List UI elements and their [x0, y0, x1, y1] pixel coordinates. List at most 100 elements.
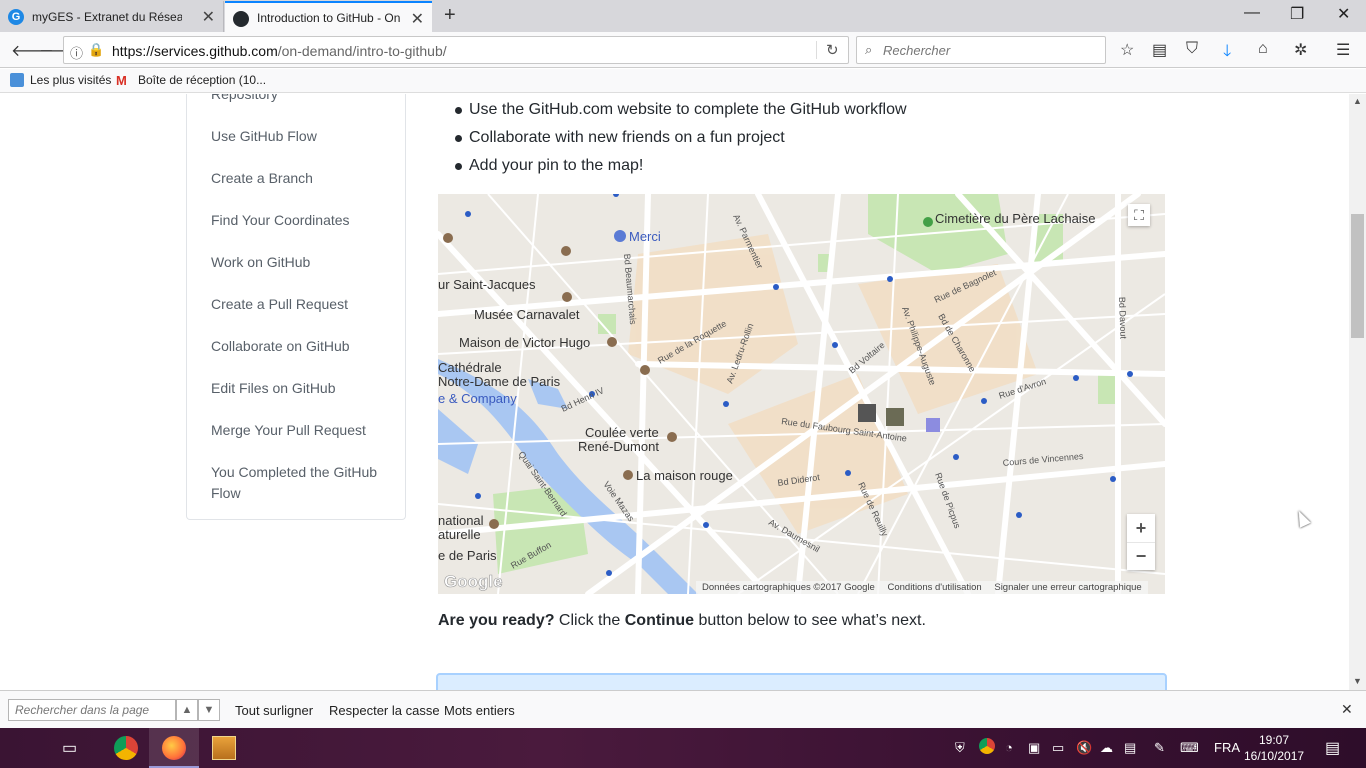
street-label: Bd Davout: [1117, 297, 1128, 340]
minimize-icon[interactable]: —: [1244, 4, 1260, 22]
reload-icon[interactable]: ↻: [826, 41, 839, 59]
sidebar-item-repository[interactable]: Repository: [211, 94, 391, 105]
firefox-icon: [162, 736, 186, 760]
sidebar-item-find-coordinates[interactable]: Find Your Coordinates: [211, 210, 391, 231]
close-window-icon[interactable]: ✕: [1337, 4, 1350, 24]
device-icon[interactable]: ▤: [1124, 740, 1136, 756]
pen-icon[interactable]: ✎: [1154, 740, 1165, 756]
sidebar-item-create-branch[interactable]: Create a Branch: [211, 168, 391, 189]
close-tab-icon[interactable]: ✕: [411, 9, 424, 29]
security-icon[interactable]: ⛨: [955, 740, 965, 756]
clock-time: 19:07: [1258, 733, 1290, 747]
chrome-icon[interactable]: [114, 736, 138, 760]
zoom-out-button[interactable]: −: [1127, 542, 1155, 570]
page-content: Repository Use GitHub Flow Create a Bran…: [0, 94, 1349, 690]
list-item: Collaborate with new friends on a fun pr…: [455, 126, 907, 154]
download-icon[interactable]: 🡓: [1223, 40, 1231, 67]
menu-icon[interactable]: ☰: [1336, 40, 1350, 60]
continue-box[interactable]: [436, 673, 1167, 690]
bookmark-most-visited[interactable]: Les plus visités: [10, 73, 111, 87]
app-tray-icon[interactable]: ▣: [1028, 740, 1040, 756]
pocket-icon[interactable]: ⛉: [1186, 40, 1198, 58]
volume-muted-icon[interactable]: 🔇: [1076, 740, 1092, 756]
search-placeholder: Rechercher: [883, 43, 951, 58]
course-sidebar: Repository Use GitHub Flow Create a Bran…: [186, 94, 406, 520]
vertical-scrollbar[interactable]: ▲ ▼: [1349, 94, 1366, 690]
sublime-text-icon[interactable]: [212, 736, 236, 760]
tab-label: Introduction to GitHub - On: [257, 10, 401, 25]
task-view-icon[interactable]: ▭: [62, 738, 77, 758]
tab-intro-github[interactable]: Introduction to GitHub - On ✕: [225, 1, 432, 32]
ready-continue-word: Continue: [624, 612, 695, 629]
sidebar-item-create-pull-request[interactable]: Create a Pull Request: [211, 294, 391, 315]
url-bar[interactable]: ⓘ 🔒 https://services.github.com/on-deman…: [63, 36, 849, 64]
firefox-taskbar-button[interactable]: [149, 728, 199, 768]
bookmark-label: Boîte de réception (10...: [138, 73, 267, 87]
bookmark-gmail[interactable]: M Boîte de réception (10...: [116, 73, 267, 88]
find-input[interactable]: Rechercher dans la page: [8, 699, 176, 721]
scroll-down-icon[interactable]: ▼: [1353, 676, 1362, 686]
extension-icon[interactable]: ✲: [1294, 40, 1307, 60]
chrome-tray-icon[interactable]: [979, 738, 995, 754]
zoom-control: + −: [1127, 514, 1155, 570]
clock-date: 16/10/2017: [1244, 749, 1305, 763]
home-icon[interactable]: ⌂: [1258, 40, 1268, 58]
map-terms-link[interactable]: Conditions d'utilisation: [887, 582, 981, 593]
place-label: Musée Carnavalet: [474, 307, 580, 322]
place-label: Maison de Victor Hugo: [459, 335, 590, 350]
action-center-icon[interactable]: ▤: [1325, 738, 1340, 758]
place-label: e de Paris: [438, 548, 497, 563]
github-favicon-icon: [233, 11, 249, 27]
url-divider: [816, 41, 817, 59]
map-footer: Données cartographiques ©2017 Google Con…: [696, 581, 1148, 594]
find-bar: Rechercher dans la page ▲ ▼ Tout surlign…: [0, 690, 1366, 728]
onedrive-icon[interactable]: ☁: [1100, 740, 1113, 756]
restore-icon[interactable]: ❐: [1290, 4, 1304, 24]
place-label: ur Saint-Jacques: [438, 277, 536, 292]
close-find-bar-icon[interactable]: ✕: [1341, 701, 1353, 718]
battery-icon[interactable]: ▭: [1052, 740, 1064, 756]
reading-list-icon[interactable]: ▤: [1152, 40, 1167, 60]
info-icon[interactable]: ⓘ: [70, 43, 83, 62]
find-next-icon[interactable]: ▼: [198, 699, 220, 721]
sidebar-item-completed[interactable]: You Completed the GitHub Flow: [211, 462, 391, 504]
language-indicator[interactable]: FRA: [1214, 740, 1240, 755]
new-tab-icon[interactable]: +: [444, 4, 456, 27]
fullscreen-icon[interactable]: ⛶: [1128, 204, 1150, 226]
ready-question: Are you ready?: [438, 612, 555, 629]
match-case-toggle[interactable]: Respecter la casse: [329, 703, 440, 718]
most-visited-icon: [10, 73, 24, 87]
close-tab-icon[interactable]: ✕: [202, 7, 215, 27]
place-label: Merci: [629, 229, 661, 244]
tab-myges[interactable]: G myGES - Extranet du Réseau ✕: [0, 1, 224, 32]
place-label: Cathédrale: [438, 360, 502, 375]
sidebar-item-merge-pull-request[interactable]: Merge Your Pull Request: [211, 420, 391, 441]
map-report-link[interactable]: Signaler une erreur cartographique: [994, 582, 1141, 593]
keyboard-icon[interactable]: ⌨: [1180, 740, 1199, 756]
place-label: La maison rouge: [636, 468, 733, 483]
bookmark-label: Les plus visités: [30, 73, 112, 87]
search-bar[interactable]: ⌕ Rechercher: [856, 36, 1106, 64]
place-label: aturelle: [438, 527, 481, 542]
ready-text-end: button below to see what’s next.: [694, 612, 926, 629]
network-icon[interactable]: ◔: [1005, 740, 1013, 755]
sidebar-item-work-on-github[interactable]: Work on GitHub: [211, 252, 391, 273]
google-map[interactable]: Rue de Bagnolet Av. Philippe-Auguste Bd …: [438, 194, 1165, 594]
gmail-icon: M: [116, 73, 127, 88]
lock-icon: 🔒: [88, 42, 105, 57]
google-logo: Google: [444, 572, 503, 591]
scroll-up-icon[interactable]: ▲: [1353, 96, 1362, 106]
sidebar-item-collaborate[interactable]: Collaborate on GitHub: [211, 336, 391, 357]
zoom-in-button[interactable]: +: [1127, 514, 1155, 542]
find-previous-icon[interactable]: ▲: [176, 699, 198, 721]
tab-label: myGES - Extranet du Réseau: [32, 9, 182, 24]
place-label: Coulée verte: [585, 425, 659, 440]
sidebar-item-use-github-flow[interactable]: Use GitHub Flow: [211, 126, 391, 147]
whole-words-toggle[interactable]: Mots entiers: [444, 703, 515, 718]
bookmark-star-icon[interactable]: ☆: [1120, 40, 1134, 60]
system-clock[interactable]: 19:07 16/10/2017: [1244, 732, 1304, 764]
highlight-all-toggle[interactable]: Tout surligner: [235, 703, 313, 718]
sidebar-item-edit-files[interactable]: Edit Files on GitHub: [211, 378, 391, 399]
scrollbar-thumb[interactable]: [1351, 214, 1364, 338]
tab-strip: G myGES - Extranet du Réseau ✕ Introduct…: [0, 0, 1366, 32]
